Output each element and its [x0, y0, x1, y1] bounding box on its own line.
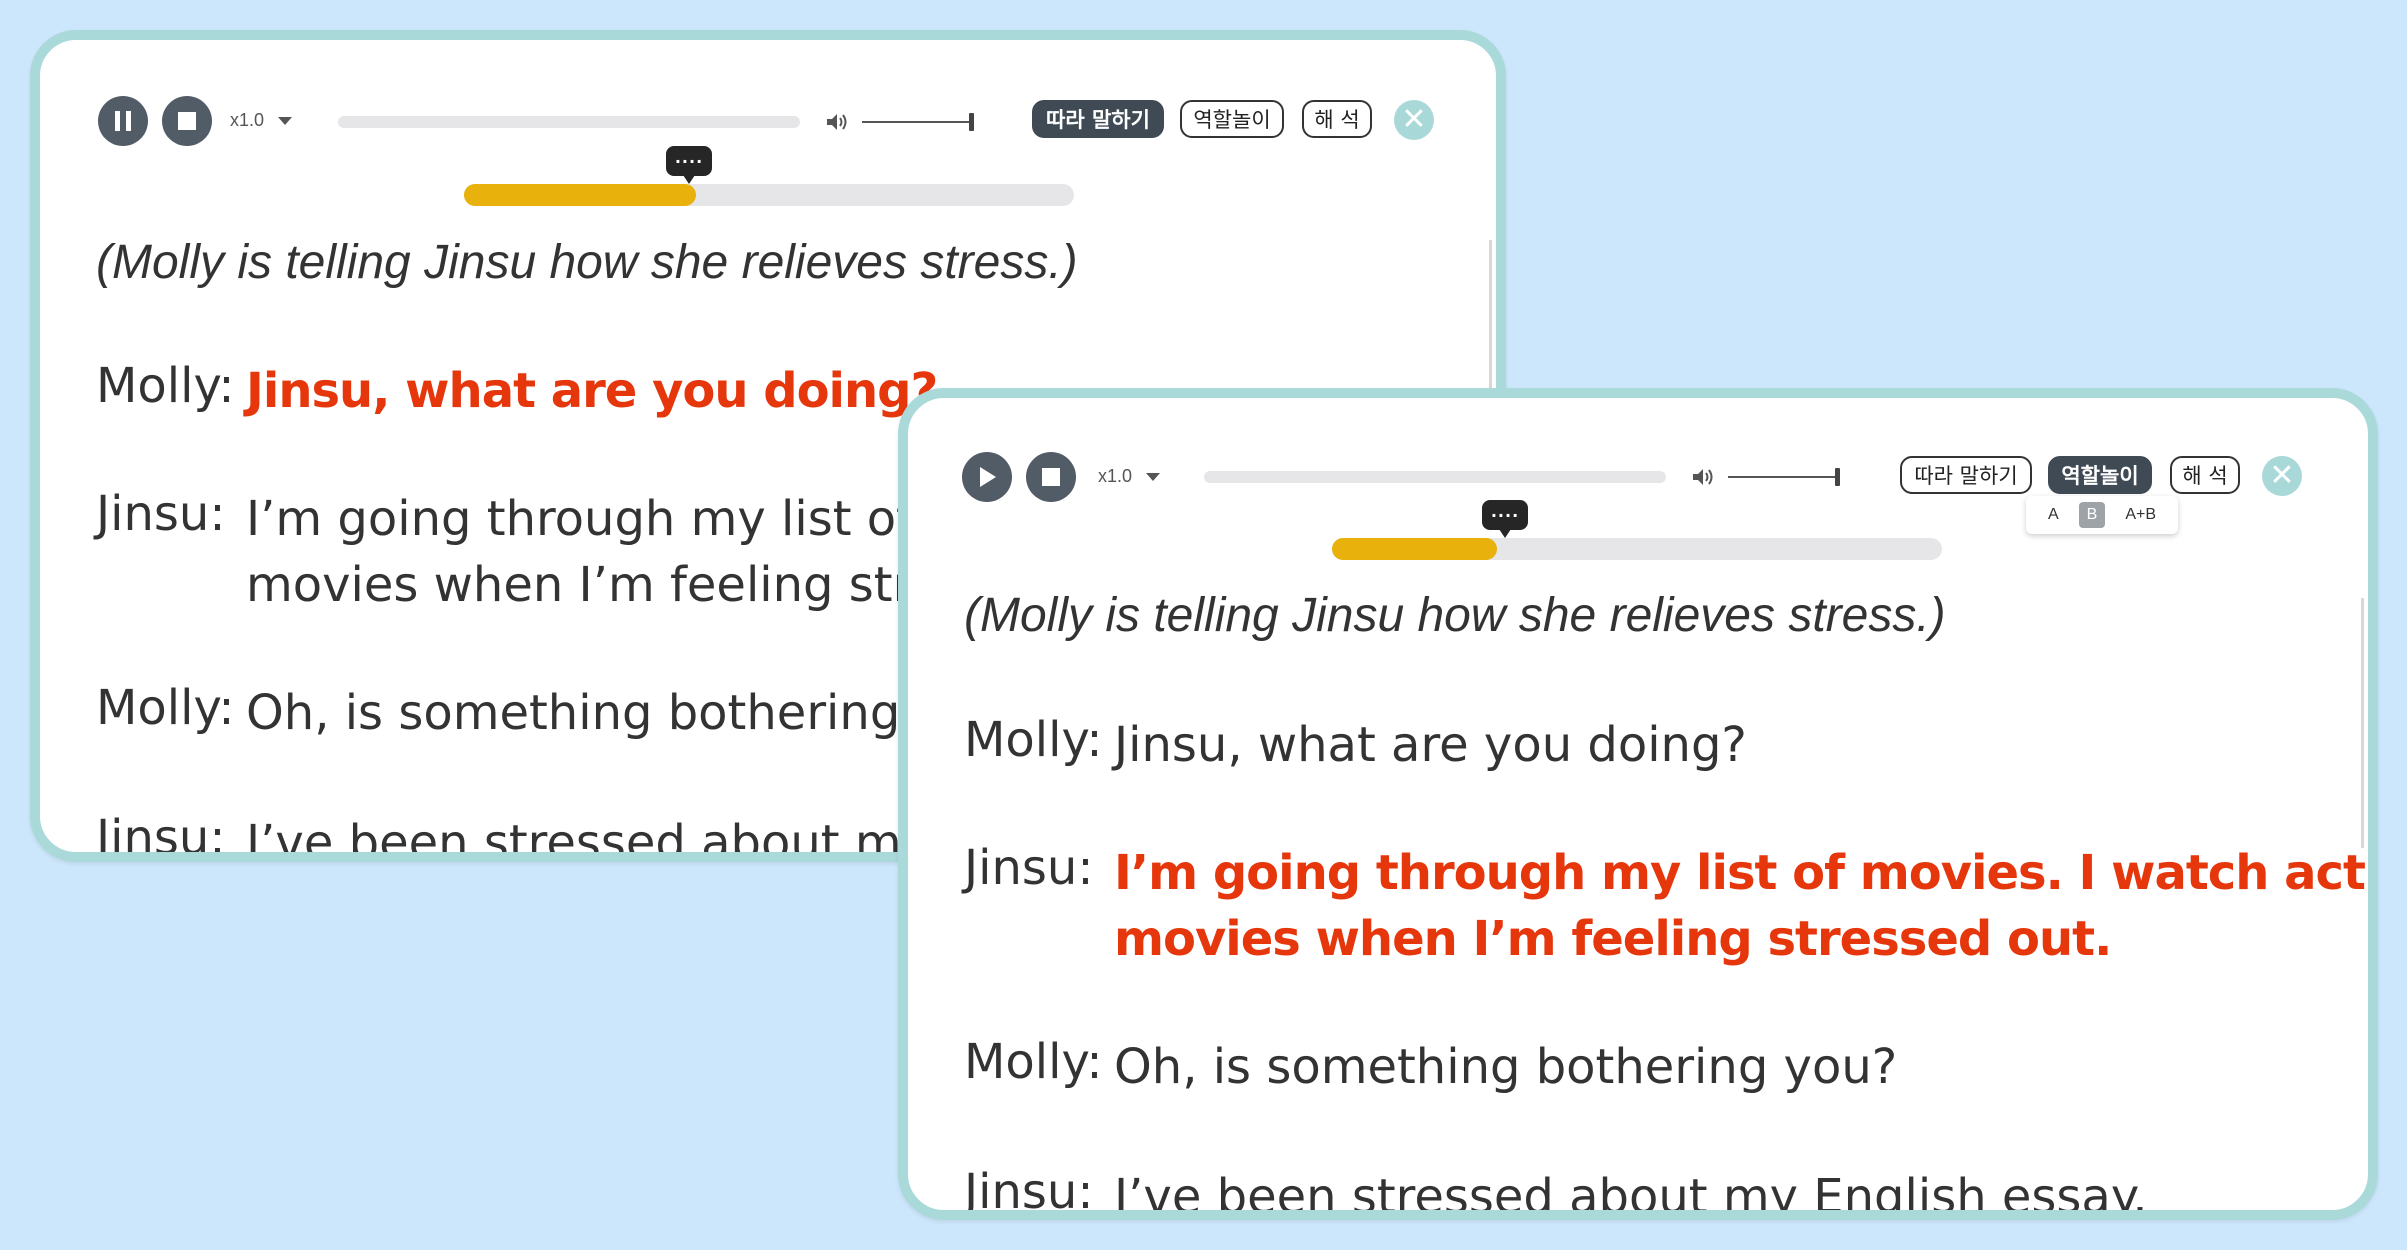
dialogue-text: Oh, is something bothering you? — [1114, 1039, 1898, 1095]
dialogue-text-line: movies when I’m feeling stressed out. — [1114, 911, 2112, 967]
dialogue-text: Jinsu, what are you doing? — [246, 363, 938, 419]
dialogue-text-line: I’m going through my list of mo — [246, 491, 1005, 547]
chevron-down-icon — [1146, 472, 1161, 481]
volume-slider[interactable] — [1728, 476, 1840, 478]
dialogue-text: Oh, is something bothering you — [246, 685, 1004, 741]
volume-slider-handle[interactable] — [1835, 468, 1840, 486]
speaker-name: Jinsu: — [964, 1164, 1094, 1220]
dialogue-line[interactable]: Molly: Oh, is something bothering you? — [964, 1034, 1897, 1100]
repeat-speaking-button[interactable]: 따라 말하기 — [1900, 456, 2032, 494]
scene-description: (Molly is telling Jinsu how she relieves… — [96, 236, 1078, 289]
sentence-progress-bar[interactable] — [464, 184, 1074, 206]
sentence-progress-fill — [464, 184, 696, 206]
translation-label: 해 석 — [2182, 464, 2228, 488]
speaker-name: Molly: — [96, 680, 235, 736]
sentence-progress-bar[interactable] — [1332, 538, 1942, 560]
dialogue-text: Jinsu, what are you doing? — [1114, 717, 1747, 773]
role-select-menu: A B A+B — [2026, 496, 2179, 534]
roleplay-label: 역할놀이 — [2061, 464, 2139, 488]
close-button[interactable]: ✕ — [2262, 456, 2302, 496]
repeat-speaking-label: 따라 말하기 — [1046, 108, 1150, 132]
speaker-name: Jinsu: — [964, 840, 1094, 896]
role-option-b[interactable]: B — [2078, 502, 2106, 528]
chevron-down-icon — [278, 116, 293, 125]
pause-button[interactable] — [98, 96, 148, 146]
role-option-a-b[interactable]: A+B — [2117, 502, 2164, 528]
dialogue-line[interactable]: Jinsu: I’ve been stressed about my En — [96, 810, 1007, 862]
play-icon — [980, 467, 996, 487]
volume-slider-handle[interactable] — [969, 113, 974, 131]
dialogue-text: I’ve been stressed about my En — [246, 815, 1007, 862]
speech-bubble-marker[interactable]: ···· — [666, 146, 712, 184]
roleplay-button[interactable]: 역할놀이 — [1180, 100, 1284, 138]
translation-label: 해 석 — [1314, 108, 1360, 132]
volume-icon[interactable] — [1692, 468, 1716, 486]
dialogue-line[interactable]: Molly: Jinsu, what are you doing? — [964, 712, 1747, 778]
speaker-name: Molly: — [964, 1034, 1103, 1090]
script-content: (Molly is telling Jinsu how she relieves… — [96, 235, 1476, 290]
translation-button[interactable]: 해 석 — [1302, 100, 1372, 138]
dialogue-text: I’ve been stressed about my English essa… — [1114, 1169, 2148, 1220]
speaker-name: Jinsu: — [96, 486, 226, 542]
volume-slider[interactable] — [862, 121, 974, 123]
speed-select[interactable]: x1.0 — [1098, 466, 1161, 487]
dialogue-line[interactable]: Jinsu: I’m going through my list of mo m… — [96, 486, 1020, 618]
close-icon: ✕ — [2269, 458, 2295, 493]
player-panel-front: x1.0 따라 말하기 역할놀이 해 석 ✕ A B A+B ···· (Mol… — [898, 388, 2378, 1220]
repeat-speaking-label: 따라 말하기 — [1914, 464, 2018, 488]
pause-icon — [115, 111, 131, 131]
stop-button[interactable] — [1026, 452, 1076, 502]
dialogue-line[interactable]: Molly: Oh, is something bothering you — [96, 680, 1004, 746]
scene-description: (Molly is telling Jinsu how she relieves… — [964, 589, 1946, 642]
close-button[interactable]: ✕ — [1394, 100, 1434, 140]
role-option-a[interactable]: A — [2040, 502, 2067, 528]
speed-value: x1.0 — [230, 110, 265, 130]
scrollbar[interactable] — [2361, 598, 2364, 848]
sentence-progress-fill — [1332, 538, 1497, 560]
dialogue-text-line: I’m going through my list of movies. I w… — [1114, 845, 2378, 901]
play-button[interactable] — [962, 452, 1012, 502]
speaker-name: Jinsu: — [96, 810, 226, 862]
audio-seek-bar[interactable] — [338, 116, 800, 128]
dialogue-text: I’m going through my list of movies. I w… — [1114, 840, 2378, 972]
stop-icon — [1042, 468, 1060, 486]
dialogue-line[interactable]: Jinsu: I’ve been stressed about my Engli… — [964, 1164, 2148, 1220]
script-content: (Molly is telling Jinsu how she relieves… — [964, 588, 2348, 643]
roleplay-label: 역할놀이 — [1193, 108, 1271, 132]
speech-bubble-dots: ···· — [674, 151, 704, 171]
roleplay-button[interactable]: 역할놀이 — [2048, 456, 2152, 494]
translation-button[interactable]: 해 석 — [2170, 456, 2240, 494]
stop-icon — [178, 112, 196, 130]
speaker-name: Molly: — [96, 358, 235, 414]
volume-icon[interactable] — [826, 113, 850, 131]
repeat-speaking-button[interactable]: 따라 말하기 — [1032, 100, 1164, 138]
speaker-name: Molly: — [964, 712, 1103, 768]
speed-select[interactable]: x1.0 — [230, 110, 293, 131]
speech-bubble-dots: ···· — [1490, 505, 1520, 525]
speech-bubble-marker[interactable]: ···· — [1482, 500, 1528, 538]
dialogue-line[interactable]: Molly: Jinsu, what are you doing? — [96, 358, 938, 424]
stop-button[interactable] — [162, 96, 212, 146]
close-icon: ✕ — [1401, 102, 1427, 137]
speed-value: x1.0 — [1098, 466, 1133, 486]
audio-seek-bar[interactable] — [1204, 471, 1666, 483]
dialogue-line[interactable]: Jinsu: I’m going through my list of movi… — [964, 840, 2378, 972]
